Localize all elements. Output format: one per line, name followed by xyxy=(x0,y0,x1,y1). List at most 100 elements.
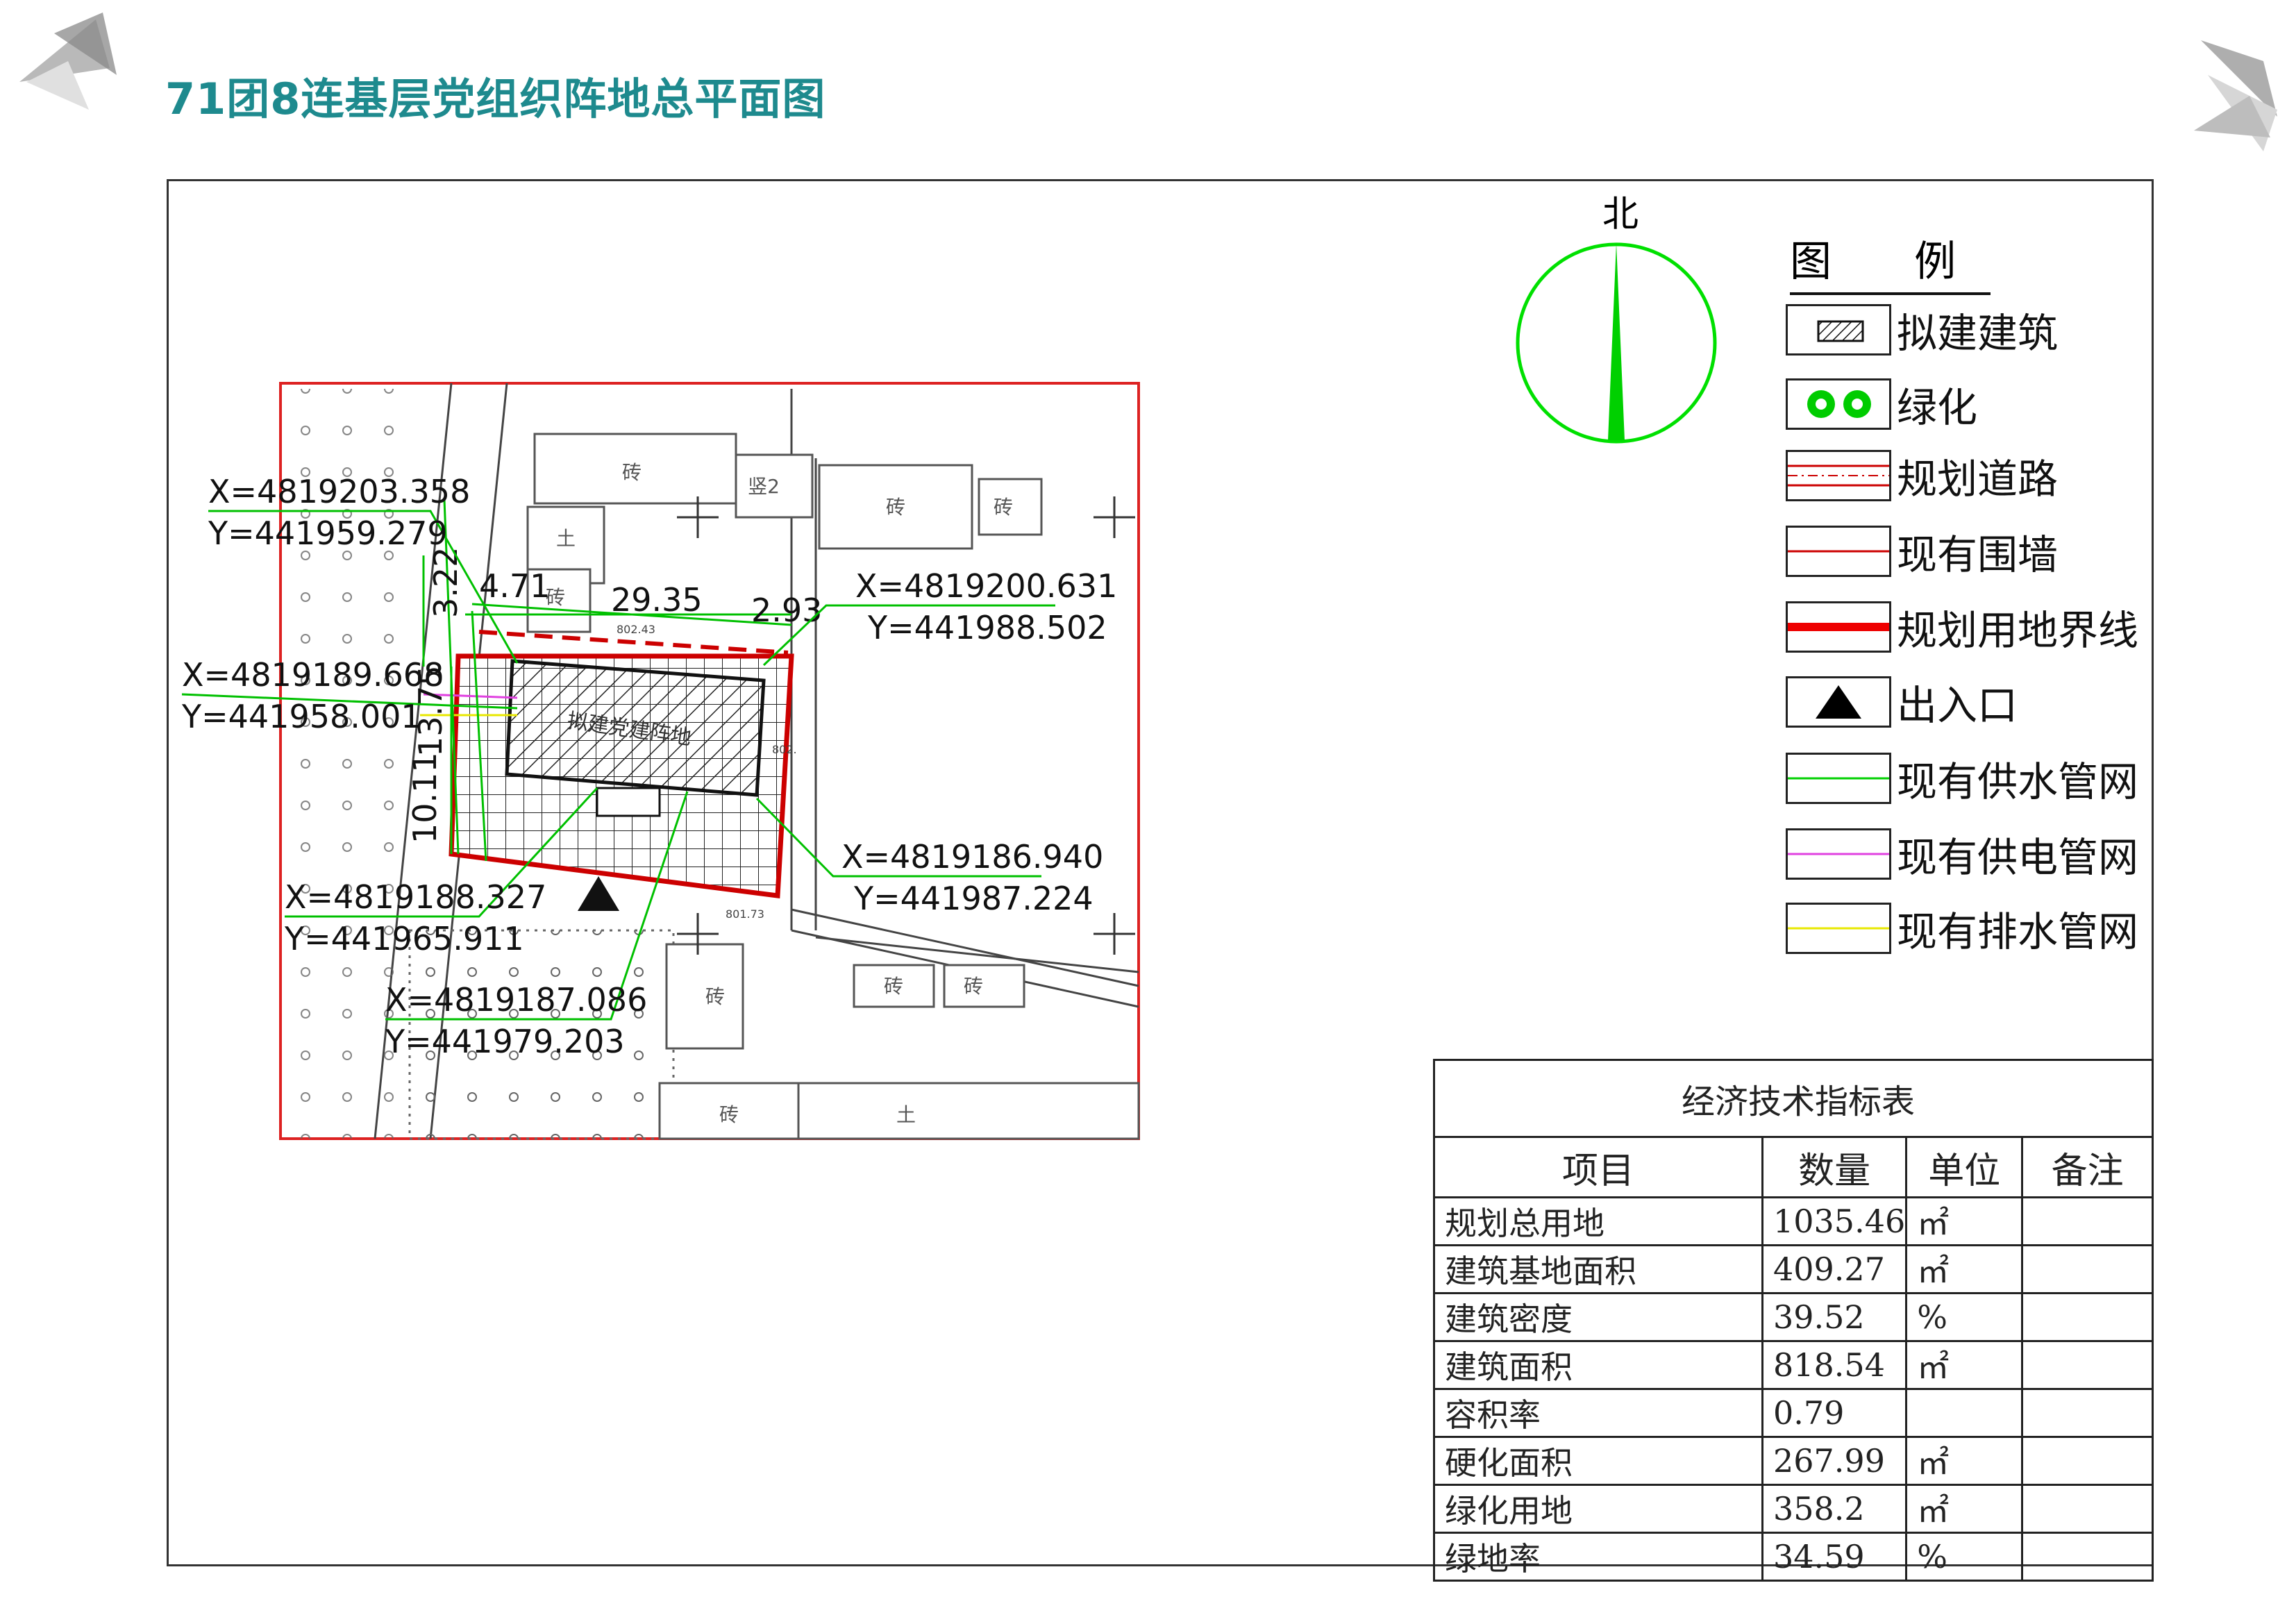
cell-unit: % xyxy=(1905,1292,2024,1342)
cell-item: 规划总用地 xyxy=(1433,1196,1763,1246)
header-item: 项目 xyxy=(1433,1136,1763,1198)
legend-label: 现有供电管网 xyxy=(1897,834,2139,881)
cell-item: 建筑基地面积 xyxy=(1433,1244,1763,1294)
thick-red-line-icon xyxy=(1786,601,1891,653)
elevation-2: 801.73 xyxy=(726,907,764,921)
dim-10-11: 10.11 xyxy=(406,752,444,844)
legend-item-drainage: 现有排水管网 xyxy=(1786,900,2138,957)
cell-unit: % xyxy=(1905,1532,2024,1582)
table-row: 硬化面积 267.99 ㎡ xyxy=(1433,1436,2154,1486)
cell-item: 硬化面积 xyxy=(1433,1436,1763,1486)
cell-unit: ㎡ xyxy=(1905,1484,2024,1534)
coord-6-x: X=4819187.086 xyxy=(385,981,647,1019)
cell-unit: ㎡ xyxy=(1905,1196,2024,1246)
hatched-building-icon xyxy=(1786,304,1891,355)
cell-qty: 267.99 xyxy=(1761,1436,1908,1486)
label-brick-5: 砖 xyxy=(705,985,725,1008)
legend-label: 现有供水管网 xyxy=(1897,758,2139,805)
table-row: 绿化用地 358.2 ㎡ xyxy=(1433,1484,2154,1534)
cell-qty: 409.27 xyxy=(1761,1244,1908,1294)
cell-note xyxy=(2021,1244,2154,1294)
legend-item-power-supply: 现有供电管网 xyxy=(1786,826,2138,882)
header-note: 备注 xyxy=(2021,1136,2154,1198)
thin-red-line-icon xyxy=(1786,526,1891,577)
cell-qty: 0.79 xyxy=(1761,1388,1908,1438)
dim-4-71: 4.71 xyxy=(479,567,550,605)
label-brick-1: 砖 xyxy=(622,461,642,484)
cell-item: 绿地率 xyxy=(1433,1532,1763,1582)
coord-5-x: X=4819188.327 xyxy=(285,878,546,916)
table-row: 容积率 0.79 xyxy=(1433,1388,2154,1438)
dim-29-35: 29.35 xyxy=(611,581,703,619)
label-brick-3: 砖 xyxy=(886,496,905,519)
legend-label: 现有排水管网 xyxy=(1897,908,2139,955)
legend-item-entrance: 出入口 xyxy=(1786,673,2018,730)
table-row: 绿地率 34.59 % xyxy=(1433,1532,2154,1582)
label-earth-1: 土 xyxy=(556,527,576,550)
coord-3-y: Y=441958.001 xyxy=(181,698,421,735)
cell-qty: 39.52 xyxy=(1761,1292,1908,1342)
black-triangle-icon xyxy=(1786,676,1891,728)
cell-note xyxy=(2021,1532,2154,1582)
green-line-icon xyxy=(1786,753,1891,804)
cell-qty: 1035.46 xyxy=(1761,1196,1908,1246)
label-brick-7: 砖 xyxy=(964,975,983,998)
cell-qty: 358.2 xyxy=(1761,1484,1908,1534)
green-circles-icon xyxy=(1786,378,1891,430)
cell-item: 建筑面积 xyxy=(1433,1340,1763,1390)
coord-6-y: Y=441979.203 xyxy=(385,1023,625,1060)
legend-item-land-boundary: 规划用地界线 xyxy=(1786,598,2138,655)
table-row: 建筑密度 39.52 % xyxy=(1433,1292,2154,1342)
legend-title: 图 例 xyxy=(1790,228,1991,295)
indicator-table: 经济技术指标表 项目 数量 单位 备注 规划总用地 1035.46 ㎡ 建筑基地… xyxy=(1433,1059,2154,1582)
legend-item-greening: 绿化 xyxy=(1786,376,1977,433)
table-row: 规划总用地 1035.46 ㎡ xyxy=(1433,1196,2154,1246)
cell-qty: 818.54 xyxy=(1761,1340,1908,1390)
table-row: 建筑基地面积 409.27 ㎡ xyxy=(1433,1244,2154,1294)
legend-item-planned-road: 规划道路 xyxy=(1786,447,2058,504)
magenta-line-icon xyxy=(1786,828,1891,880)
label-brick-4: 砖 xyxy=(994,496,1013,519)
cell-note xyxy=(2021,1196,2154,1246)
cell-unit: ㎡ xyxy=(1905,1244,2024,1294)
cell-unit: ㎡ xyxy=(1905,1340,2024,1390)
cell-unit: ㎡ xyxy=(1905,1436,2024,1486)
table-row: 建筑面积 818.54 ㎡ xyxy=(1433,1340,2154,1390)
legend-item-proposed-building: 拟建建筑 xyxy=(1786,301,2058,358)
label-brick-8: 砖 xyxy=(719,1103,739,1126)
north-label: 北 xyxy=(1602,194,1639,235)
elevation-1: 802.43 xyxy=(617,623,655,636)
compass-needle-icon xyxy=(1608,243,1625,440)
road-lines-icon xyxy=(1786,450,1891,501)
legend-label: 拟建建筑 xyxy=(1897,310,2059,357)
cell-note xyxy=(2021,1340,2154,1390)
cell-note xyxy=(2021,1484,2154,1534)
coord-2-y: Y=441988.502 xyxy=(867,609,1107,646)
legend-label: 出入口 xyxy=(1897,682,2018,729)
label-earth-2: 土 xyxy=(896,1103,916,1126)
cell-item: 建筑密度 xyxy=(1433,1292,1763,1342)
coord-5-y: Y=441965.911 xyxy=(284,920,524,957)
elevation-3: 802. xyxy=(772,743,797,756)
yellow-line-icon xyxy=(1786,903,1891,954)
cell-qty: 34.59 xyxy=(1761,1532,1908,1582)
cell-note xyxy=(2021,1388,2154,1438)
coord-4-y: Y=441987.224 xyxy=(853,880,1093,917)
dim-3-22: 3.22 xyxy=(427,547,464,618)
cell-note xyxy=(2021,1292,2154,1342)
cell-item: 绿化用地 xyxy=(1433,1484,1763,1534)
table-caption: 经济技术指标表 xyxy=(1433,1059,2154,1138)
legend-item-existing-wall: 现有围墙 xyxy=(1786,523,2058,580)
header-qty: 数量 xyxy=(1761,1136,1908,1198)
legend-label: 规划用地界线 xyxy=(1897,607,2139,654)
entrance-porch xyxy=(596,787,661,817)
legend-label: 规划道路 xyxy=(1897,455,2059,503)
header-unit: 单位 xyxy=(1905,1136,2024,1198)
coord-1-x: X=4819203.358 xyxy=(208,473,470,510)
coord-1-y: Y=441959.279 xyxy=(208,514,448,552)
coord-3-x: X=4819189.668 xyxy=(182,656,444,694)
coord-4-x: X=4819186.940 xyxy=(841,838,1103,876)
cell-unit xyxy=(1905,1388,2024,1438)
dim-2-93: 2.93 xyxy=(751,592,822,629)
label-shed: 竖2 xyxy=(748,475,780,498)
